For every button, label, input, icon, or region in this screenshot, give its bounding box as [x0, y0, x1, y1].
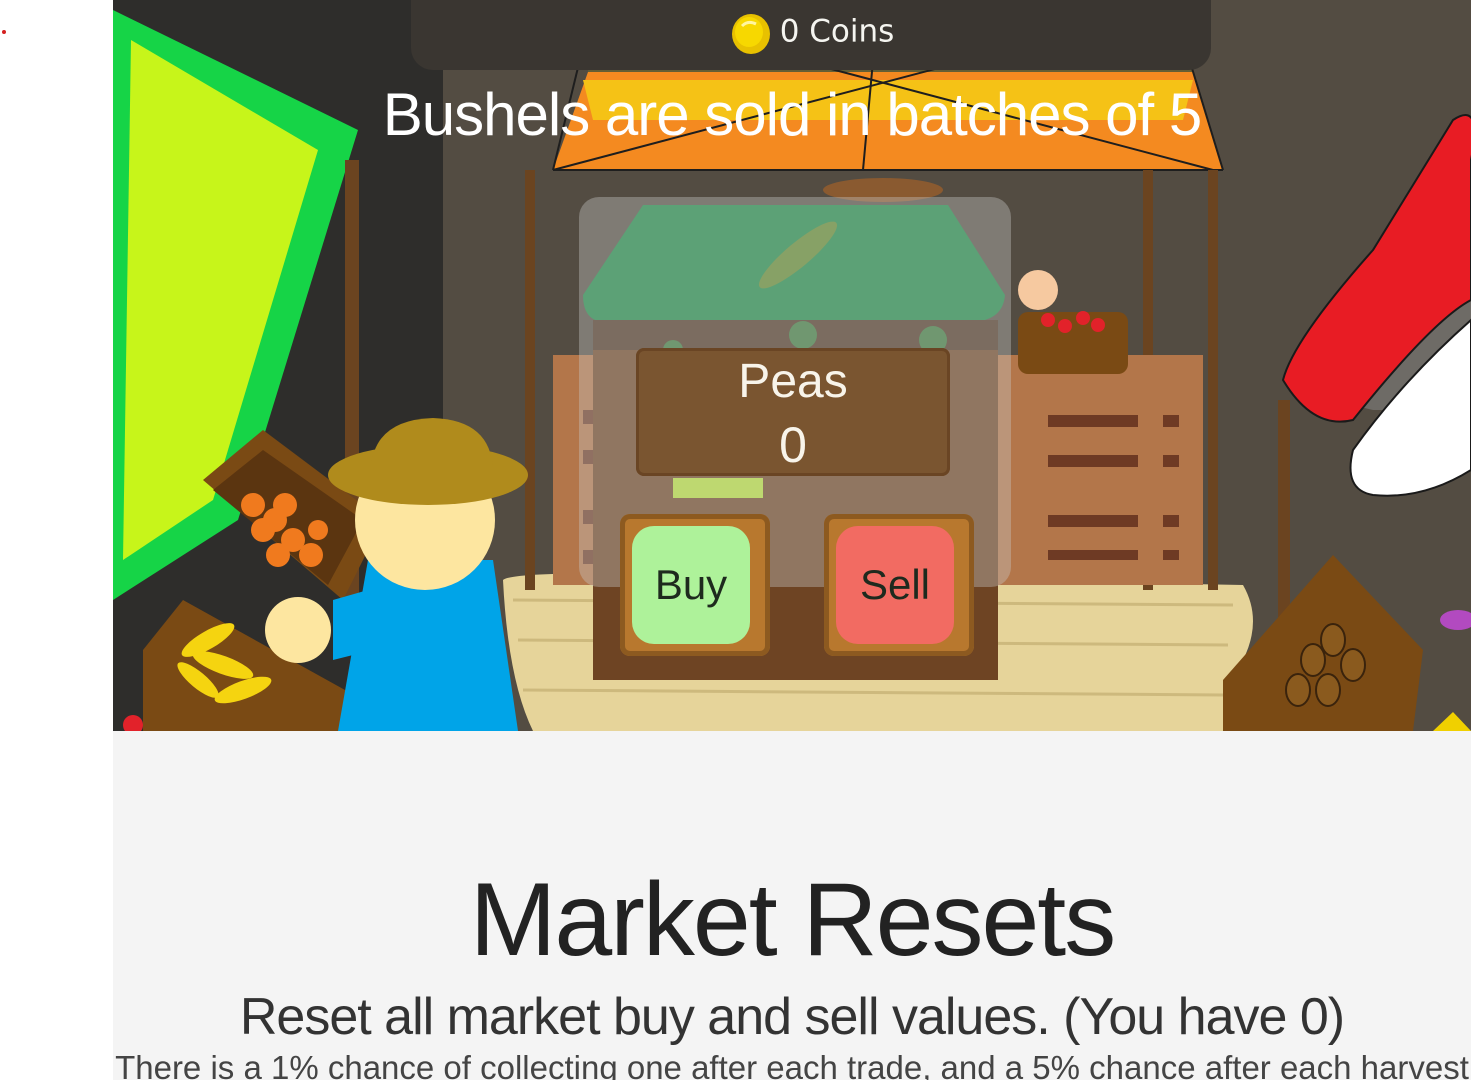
coin-counter: 0 Coins [411, 10, 1211, 56]
batch-notice: Bushels are sold in batches of 5 [382, 81, 1203, 148]
buy-button[interactable]: Buy [632, 526, 750, 644]
crop-count: 0 [779, 417, 807, 473]
crop-sign: Peas 0 [636, 348, 950, 476]
buy-button-frame: Buy [620, 514, 770, 656]
sell-button[interactable]: Sell [836, 526, 954, 644]
market-resets-section: Market Resets Reset all market buy and s… [113, 731, 1471, 1080]
sell-button-frame: Sell [824, 514, 974, 656]
crop-name: Peas [738, 355, 848, 408]
coin-value: 0 [779, 13, 800, 50]
market-resets-subtitle: Reset all market buy and sell values. (Y… [239, 988, 1345, 1046]
coin-label: Coins [809, 13, 895, 50]
coin-icon [728, 10, 774, 56]
market-scene: 0 Coins Bushels are sold in batches of 5… [113, 0, 1471, 731]
red-dot-marker [2, 30, 6, 34]
market-resets-title: Market Resets [469, 862, 1116, 978]
market-resets-note: There is a 1% chance of collecting one a… [115, 1049, 1469, 1080]
coin-bar: 0 Coins [411, 0, 1211, 70]
